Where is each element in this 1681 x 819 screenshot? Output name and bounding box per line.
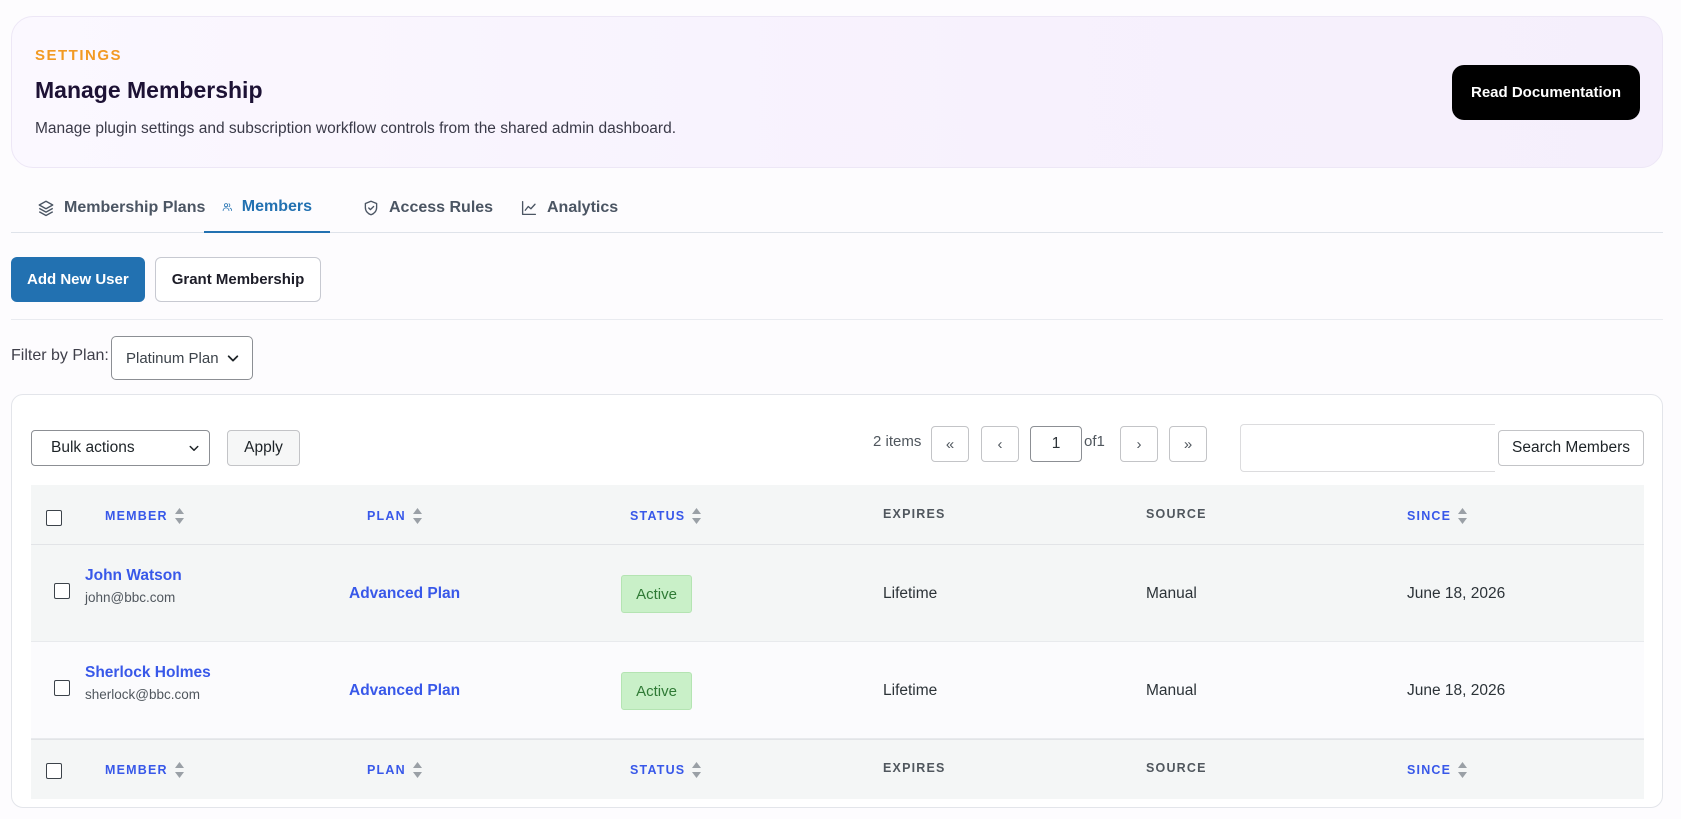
column-member[interactable]: MEMBER — [105, 761, 185, 779]
source-cell: Manual — [1146, 585, 1197, 602]
layers-icon — [38, 200, 54, 217]
column-source: SOURCE — [1146, 507, 1207, 521]
column-label: SOURCE — [1146, 507, 1207, 521]
shield-check-icon — [364, 200, 378, 216]
member-name-link[interactable]: John Watson — [85, 567, 182, 585]
table-row: Sherlock Holmes sherlock@bbc.com Advance… — [31, 642, 1644, 739]
member-name-link[interactable]: Sherlock Holmes — [85, 664, 211, 682]
plan-filter-value: Platinum Plan — [126, 349, 219, 367]
first-page-button[interactable]: « — [931, 426, 969, 462]
row-checkbox[interactable] — [54, 680, 70, 696]
read-documentation-button[interactable]: Read Documentation — [1452, 65, 1640, 120]
member-email: sherlock@bbc.com — [85, 687, 200, 702]
page-subtitle: Manage plugin settings and subscription … — [35, 120, 677, 137]
column-since[interactable]: SINCE — [1407, 761, 1468, 779]
column-plan[interactable]: PLAN — [367, 761, 423, 779]
column-status[interactable]: STATUS — [630, 507, 702, 525]
settings-eyebrow: SETTINGS — [35, 47, 123, 64]
member-actions: Add New User Grant Membership — [11, 257, 322, 302]
current-page-input[interactable] — [1030, 426, 1082, 462]
sort-icon — [1458, 762, 1468, 778]
column-label: SINCE — [1407, 509, 1452, 523]
source-cell: Manual — [1146, 682, 1197, 699]
tab-label: Access Rules — [389, 199, 494, 216]
tab-members[interactable]: Members — [204, 183, 330, 233]
page-header: SETTINGS Manage Membership Manage plugin… — [11, 16, 1663, 168]
column-label: SINCE — [1407, 763, 1452, 777]
sort-icon — [412, 508, 422, 524]
sort-icon — [174, 508, 184, 524]
search-members-button[interactable]: Search Members — [1498, 430, 1644, 466]
column-label: MEMBER — [105, 509, 168, 523]
table-row: John Watson john@bbc.com Advanced Plan A… — [31, 545, 1644, 642]
chevron-down-icon — [227, 355, 239, 362]
total-pages: of1 — [1084, 433, 1105, 450]
select-all-checkbox-footer[interactable] — [46, 763, 62, 779]
since-cell: June 18, 2026 — [1407, 682, 1506, 699]
column-label: STATUS — [630, 509, 686, 523]
since-cell: June 18, 2026 — [1407, 585, 1506, 602]
divider — [11, 319, 1663, 320]
column-label: STATUS — [630, 763, 686, 777]
tab-label: Analytics — [547, 199, 619, 216]
column-plan[interactable]: PLAN — [367, 507, 423, 525]
tab-access-rules[interactable]: Access Rules — [344, 183, 511, 233]
table-footer: MEMBER PLAN STATUS EXPIRES SOURCE SINCE — [31, 739, 1644, 799]
plan-link[interactable]: Advanced Plan — [349, 682, 460, 700]
sort-icon — [692, 762, 702, 778]
column-member[interactable]: MEMBER — [105, 507, 185, 525]
bulk-actions-value: Bulk actions — [51, 439, 135, 456]
column-label: SOURCE — [1146, 761, 1207, 775]
select-all-checkbox[interactable] — [46, 510, 62, 526]
sort-icon — [174, 762, 184, 778]
column-label: EXPIRES — [883, 761, 946, 775]
sort-icon — [412, 762, 422, 778]
prev-page-button[interactable]: ‹ — [981, 426, 1019, 462]
bulk-actions-select[interactable]: Bulk actions — [31, 430, 210, 466]
column-expires: EXPIRES — [883, 507, 946, 521]
tab-membership-plans[interactable]: Membership Plans — [19, 183, 223, 233]
sort-icon — [692, 508, 702, 524]
members-table: MEMBER PLAN STATUS EXPIRES SOURCE SINCE — [31, 485, 1644, 799]
column-status[interactable]: STATUS — [630, 761, 702, 779]
column-label: PLAN — [367, 509, 406, 523]
member-email: john@bbc.com — [85, 590, 176, 605]
search-members-input[interactable] — [1240, 424, 1495, 472]
tab-label: Members — [241, 198, 312, 215]
status-badge: Active — [621, 575, 692, 613]
sort-icon — [1458, 508, 1468, 524]
apply-button[interactable]: Apply — [227, 430, 300, 466]
page-title: Manage Membership — [35, 77, 263, 103]
chart-line-icon — [521, 200, 537, 216]
column-expires: EXPIRES — [883, 761, 946, 775]
table-header: MEMBER PLAN STATUS EXPIRES SOURCE SINCE — [31, 485, 1644, 545]
items-count: 2 items — [873, 433, 922, 450]
chevron-down-icon — [189, 445, 199, 451]
members-panel: Bulk actions Apply 2 items « ‹ of1 › » S… — [11, 394, 1663, 808]
column-source: SOURCE — [1146, 761, 1207, 775]
last-page-button[interactable]: » — [1169, 426, 1207, 462]
tab-bar: Membership Plans Members Access Rules An… — [11, 183, 1663, 233]
column-since[interactable]: SINCE — [1407, 507, 1468, 525]
column-label: MEMBER — [105, 763, 168, 777]
plan-link[interactable]: Advanced Plan — [349, 585, 460, 603]
expires-cell: Lifetime — [883, 682, 938, 699]
expires-cell: Lifetime — [883, 585, 938, 602]
grant-membership-button[interactable]: Grant Membership — [154, 257, 322, 302]
filter-by-plan-label: Filter by Plan: — [11, 347, 109, 364]
status-badge: Active — [621, 672, 692, 710]
column-label: EXPIRES — [883, 507, 946, 521]
row-checkbox[interactable] — [54, 583, 70, 599]
users-icon — [222, 203, 233, 211]
tab-label: Membership Plans — [64, 199, 206, 216]
plan-filter-select[interactable]: Platinum Plan — [111, 336, 253, 380]
tab-analytics[interactable]: Analytics — [502, 183, 636, 233]
add-new-user-button[interactable]: Add New User — [11, 257, 145, 302]
next-page-button[interactable]: › — [1120, 426, 1158, 462]
column-label: PLAN — [367, 763, 406, 777]
